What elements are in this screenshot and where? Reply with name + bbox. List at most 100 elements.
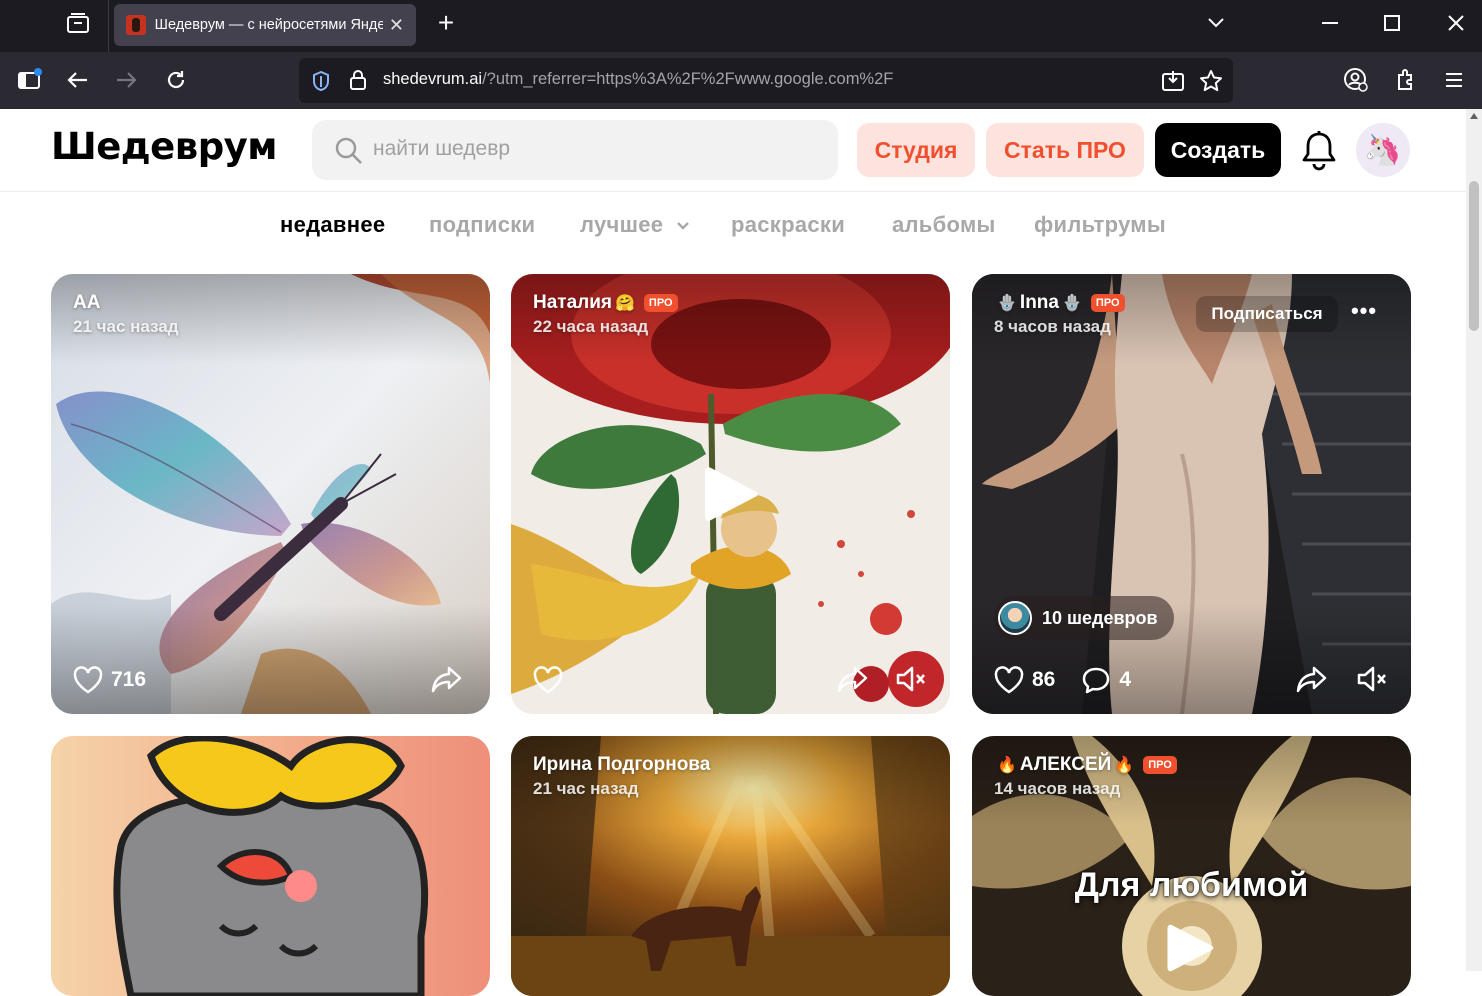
- card-bottom-gradient: [51, 604, 490, 714]
- card-time: 21 час назад: [533, 779, 639, 798]
- card-author-name: АА: [73, 292, 101, 313]
- card-author[interactable]: Ирина Подгорнова: [533, 754, 710, 776]
- tab-recent[interactable]: недавнее: [280, 212, 385, 238]
- feed-card[interactable]: Ирина Подгорнова 21 час назад: [511, 736, 950, 996]
- bookmark-star-icon[interactable]: [1199, 69, 1223, 93]
- reload-icon[interactable]: [158, 62, 194, 98]
- pro-badge: ПРО: [1090, 294, 1125, 312]
- card-time: 8 часов назад: [994, 317, 1111, 336]
- tab-separator: [108, 0, 109, 52]
- studio-button[interactable]: Студия: [857, 123, 975, 177]
- card-author[interactable]: 🪬 Inna 🪬 ПРО: [994, 292, 1125, 314]
- close-window-button[interactable]: [1436, 6, 1476, 40]
- lock-icon[interactable]: [349, 69, 367, 91]
- tab-subscriptions[interactable]: подписки: [429, 212, 535, 238]
- site-logo[interactable]: Шедеврум: [51, 125, 278, 168]
- share-icon[interactable]: [431, 664, 463, 694]
- collection-chip[interactable]: 10 шедевров: [994, 596, 1174, 640]
- address-bar[interactable]: shedevrum.ai/?utm_referrer=https%3A%2F%2…: [299, 58, 1233, 103]
- tab-list-icon[interactable]: [62, 10, 94, 38]
- search-input[interactable]: найти шедевр: [312, 120, 838, 180]
- minimize-button[interactable]: [1310, 6, 1350, 40]
- extensions-icon[interactable]: [1388, 62, 1424, 98]
- user-avatar[interactable]: 🦄: [1356, 123, 1410, 177]
- pro-badge: ПРО: [1143, 756, 1177, 774]
- tab-best[interactable]: лучшее: [580, 212, 690, 238]
- maximize-button[interactable]: [1372, 6, 1412, 40]
- pro-badge: ПРО: [643, 294, 678, 312]
- card-author-name: АЛЕКСЕЙ: [1019, 754, 1112, 775]
- feed-card[interactable]: 🪬 Inna 🪬 ПРО 8 часов назад Подписаться •…: [972, 274, 1411, 714]
- notifications-bell-icon[interactable]: [1299, 129, 1339, 173]
- tab-best-label: лучшее: [580, 212, 664, 237]
- feed-card[interactable]: Наталия 🤗 ПРО 22 часа назад: [511, 274, 950, 714]
- tab-overflow-chevron-icon[interactable]: [1196, 6, 1236, 40]
- subscribe-button[interactable]: Подписаться: [1196, 296, 1338, 332]
- close-tab-icon[interactable]: ✕: [389, 15, 404, 36]
- become-pro-button[interactable]: Стать ПРО: [986, 123, 1144, 177]
- url-domain: shedevrum.ai: [383, 70, 483, 88]
- play-icon[interactable]: [1164, 922, 1216, 974]
- card-author[interactable]: АА: [73, 292, 100, 314]
- scrollbar-thumb[interactable]: [1469, 181, 1479, 331]
- collection-label: 10 шедевров: [1042, 607, 1158, 628]
- create-button[interactable]: Создать: [1155, 123, 1281, 177]
- card-time: 22 часа назад: [533, 317, 649, 336]
- feed-card[interactable]: АА 21 час назад 716: [51, 274, 490, 714]
- account-icon[interactable]: [1338, 62, 1374, 98]
- mute-icon[interactable]: [1356, 664, 1388, 694]
- card-actions: [533, 666, 563, 694]
- site-header: Шедеврум найти шедевр Студия Стать ПРО С…: [0, 109, 1466, 192]
- like-heart-icon[interactable]: [994, 666, 1024, 694]
- scroll-up-arrow-icon[interactable]: [1470, 113, 1478, 119]
- feed-card[interactable]: 🔥 АЛЕКСЕЙ 🔥 ПРО 14 часов назад Для любим…: [972, 736, 1411, 996]
- tab-coloring[interactable]: раскраски: [731, 212, 845, 238]
- share-icon[interactable]: [837, 664, 869, 694]
- like-heart-icon[interactable]: [533, 666, 563, 694]
- play-icon[interactable]: [701, 464, 761, 524]
- card-author-emoji: 🪬: [997, 295, 1017, 312]
- like-heart-icon[interactable]: [73, 666, 103, 694]
- tab-filters[interactable]: фильтрумы: [1034, 212, 1166, 238]
- comment-icon[interactable]: [1081, 666, 1111, 694]
- mute-icon[interactable]: [895, 664, 927, 694]
- tab-albums[interactable]: альбомы: [892, 212, 996, 238]
- search-icon: [335, 137, 362, 164]
- card-author-name: Наталия: [533, 292, 612, 313]
- card-author-emoji: 🤗: [615, 295, 635, 312]
- sidebar-toggle-icon[interactable]: [12, 62, 48, 98]
- url-query: /?utm_referrer=https%3A%2F%2Fwww.google.…: [482, 70, 894, 88]
- active-tab[interactable]: Шедеврум — с нейросетями Янде ✕: [114, 4, 416, 46]
- new-tab-button[interactable]: +: [432, 8, 460, 40]
- like-count: 86: [1032, 668, 1056, 691]
- url-text[interactable]: shedevrum.ai/?utm_referrer=https%3A%2F%2…: [383, 70, 893, 89]
- card-time: 21 час назад: [73, 317, 179, 336]
- chevron-down-icon: [676, 222, 689, 230]
- like-count: 716: [111, 668, 147, 691]
- back-icon[interactable]: [60, 62, 96, 98]
- menu-hamburger-icon[interactable]: [1436, 62, 1472, 98]
- page-save-icon[interactable]: [1161, 70, 1185, 92]
- browser-navbar: shedevrum.ai/?utm_referrer=https%3A%2F%2…: [0, 52, 1482, 109]
- feed-card[interactable]: [51, 736, 490, 996]
- card-author-emoji: 🔥: [997, 757, 1017, 774]
- site-favicon-icon: [126, 15, 146, 35]
- comment-count: 4: [1119, 668, 1132, 691]
- share-icon[interactable]: [1296, 664, 1328, 694]
- card-time: 14 часов назад: [994, 779, 1121, 798]
- card-image: [51, 736, 490, 996]
- collection-avatar: [998, 601, 1032, 635]
- card-author[interactable]: Наталия 🤗 ПРО: [533, 292, 678, 314]
- more-options-icon[interactable]: •••: [1346, 296, 1382, 332]
- card-overlay-text: Для любимой: [1074, 866, 1309, 904]
- forward-icon[interactable]: [108, 62, 144, 98]
- card-actions: 716: [73, 666, 172, 694]
- card-author-name: Ирина Подгорнова: [533, 754, 711, 775]
- card-author[interactable]: 🔥 АЛЕКСЕЙ 🔥 ПРО: [994, 754, 1177, 776]
- card-author-emoji-2: 🪬: [1061, 295, 1082, 312]
- feed-filter-tabs: недавнее подписки лучшее раскраски альбо…: [0, 210, 1466, 246]
- card-actions: 86 4: [994, 666, 1157, 694]
- page-scrollbar[interactable]: [1466, 109, 1482, 971]
- card-author-emoji-2: 🔥: [1114, 757, 1135, 774]
- tracking-protection-shield-icon[interactable]: [311, 70, 331, 92]
